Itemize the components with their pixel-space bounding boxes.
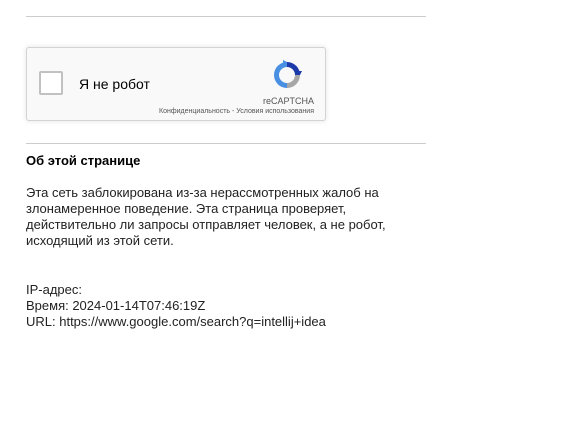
section-divider [26,143,426,144]
recaptcha-brand: reCAPTCHA [262,96,314,106]
recaptcha-checkbox[interactable] [39,71,63,95]
about-line: исходящий из этой сети. [26,233,174,248]
recaptcha-widget: Я не робот reCAPTCHA Конфиденциальность … [26,47,326,121]
about-line: Эта сеть заблокирована из-за нерассмотре… [26,185,379,200]
time-line: Время: 2024-01-14T07:46:19Z [26,298,206,313]
about-line: действительно ли запросы отправляет чело… [26,217,386,232]
recaptcha-logo-icon [274,60,302,88]
terms-link[interactable]: Условия использования [236,108,314,115]
about-heading: Об этой странице [26,153,141,168]
about-line: злонамеренное поведение. Эта страница пр… [26,201,347,216]
recaptcha-checkbox-label[interactable]: Я не робот [79,76,150,92]
request-info: IP-адрес: Время: 2024-01-14T07:46:19Z UR… [26,282,326,330]
ip-address-line: IP-адрес: [26,282,82,297]
url-line: URL: https://www.google.com/search?q=int… [26,314,326,329]
recaptcha-links: Конфиденциальность - Условия использован… [159,108,314,115]
privacy-link[interactable]: Конфиденциальность [159,108,230,115]
top-divider [26,16,426,17]
about-description: Эта сеть заблокирована из-за нерассмотре… [26,185,426,249]
